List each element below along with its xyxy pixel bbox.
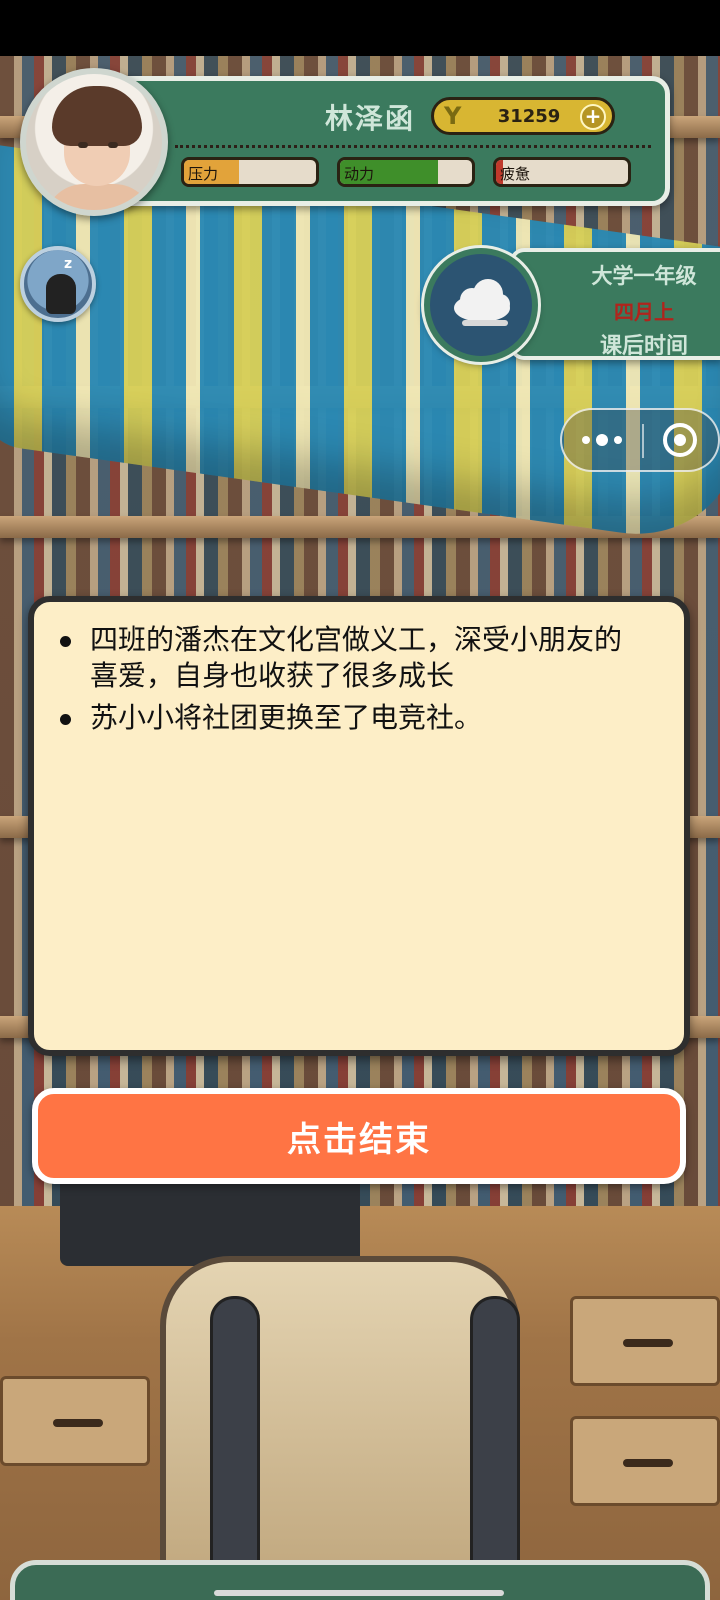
mini-program-capsule xyxy=(560,408,720,472)
chair-armrest xyxy=(210,1296,260,1600)
player-status-panel: 林泽函 Y 31259 + 压力 动力 疲惫 xyxy=(110,76,670,206)
more-dots-icon[interactable] xyxy=(562,410,642,470)
month-label: 四月上 xyxy=(614,300,674,324)
list-item: 四班的潘杰在文化宫做义工，深受小朋友的喜爱，自身也收获了很多成长 xyxy=(60,622,648,694)
sleepy-mood-icon[interactable]: z xyxy=(20,246,96,322)
add-coin-button[interactable]: + xyxy=(580,104,606,130)
coin-icon: Y xyxy=(444,102,462,130)
zz-icon: z xyxy=(64,256,73,272)
stat-label: 压力 xyxy=(188,165,219,183)
list-item: 苏小小将社团更换至了电竞社。 xyxy=(60,700,648,736)
computer-monitor xyxy=(60,1176,360,1266)
target-circle-icon[interactable] xyxy=(644,410,720,470)
stat-bar-fatigue: 疲惫 xyxy=(493,157,631,187)
grade-label: 大学一年级 xyxy=(591,264,697,288)
end-button[interactable]: 点击结束 xyxy=(32,1088,686,1184)
chair-armrest xyxy=(470,1296,520,1600)
dotted-divider xyxy=(175,145,651,148)
player-avatar[interactable] xyxy=(20,68,168,216)
stat-bar-motivation: 动力 xyxy=(337,157,475,187)
desk-drawer xyxy=(570,1296,720,1386)
stat-label: 动力 xyxy=(344,165,375,183)
event-message-panel: 四班的潘杰在文化宫做义工，深受小朋友的喜爱，自身也收获了很多成长 苏小小将社团更… xyxy=(28,596,690,1056)
time-panel: 大学一年级 四月上 课后时间 xyxy=(510,248,720,360)
desk-drawer xyxy=(570,1416,720,1506)
period-label: 课后时间 xyxy=(599,334,688,359)
player-name: 林泽函 xyxy=(324,102,415,135)
message-list: 四班的潘杰在文化宫做义工，深受小朋友的喜爱，自身也收获了很多成长 苏小小将社团更… xyxy=(60,622,648,736)
stat-bar-stress: 压力 xyxy=(181,157,319,187)
avatar-eye xyxy=(78,142,88,148)
sleeping-figure xyxy=(46,274,76,314)
status-bar xyxy=(0,0,720,56)
coin-value: 31259 xyxy=(497,106,561,127)
cloudy-icon xyxy=(424,248,538,362)
avatar-hair xyxy=(52,86,142,146)
desk-drawer xyxy=(0,1376,150,1466)
coin-balance: Y 31259 + xyxy=(431,97,615,135)
avatar-eye xyxy=(108,142,118,148)
home-indicator[interactable] xyxy=(214,1590,504,1596)
stat-label: 疲惫 xyxy=(500,165,531,183)
